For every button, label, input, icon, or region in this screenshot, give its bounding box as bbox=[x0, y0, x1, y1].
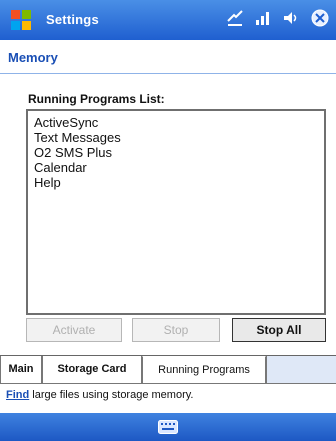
tab-main[interactable]: Main bbox=[0, 356, 42, 384]
connectivity-icon[interactable] bbox=[226, 9, 244, 32]
keyboard-icon[interactable] bbox=[158, 420, 178, 434]
storage-hint: Find large files using storage memory. bbox=[6, 389, 193, 401]
tab-strip: Main Storage Card Running Programs bbox=[0, 355, 336, 384]
menu-bar bbox=[0, 413, 336, 441]
hint-text: large files using storage memory. bbox=[29, 389, 194, 401]
tab-strip-filler bbox=[266, 356, 336, 384]
list-item[interactable]: Text Messages bbox=[34, 130, 324, 145]
page-header: Memory bbox=[0, 40, 336, 74]
stop-all-button[interactable]: Stop All bbox=[232, 318, 326, 342]
close-ok-icon[interactable] bbox=[310, 8, 330, 33]
page-title: Memory bbox=[8, 50, 58, 65]
signal-icon[interactable] bbox=[254, 9, 272, 32]
stop-button[interactable]: Stop bbox=[132, 318, 220, 342]
windows-flag-icon[interactable] bbox=[8, 7, 34, 33]
running-programs-label: Running Programs List: bbox=[28, 92, 165, 106]
tab-storage-card[interactable]: Storage Card bbox=[42, 356, 142, 384]
list-item[interactable]: Calendar bbox=[34, 160, 324, 175]
list-item[interactable]: Help bbox=[34, 175, 324, 190]
running-programs-list[interactable]: ActiveSync Text Messages O2 SMS Plus Cal… bbox=[26, 109, 326, 315]
list-item[interactable]: O2 SMS Plus bbox=[34, 145, 324, 160]
tab-running-programs[interactable]: Running Programs bbox=[142, 356, 266, 384]
window-title: Settings bbox=[46, 12, 99, 27]
status-icons bbox=[226, 8, 330, 32]
title-bar: Settings bbox=[0, 0, 336, 40]
list-item[interactable]: ActiveSync bbox=[34, 115, 324, 130]
speaker-icon[interactable] bbox=[282, 9, 300, 32]
activate-button[interactable]: Activate bbox=[26, 318, 122, 342]
find-link[interactable]: Find bbox=[6, 389, 29, 401]
